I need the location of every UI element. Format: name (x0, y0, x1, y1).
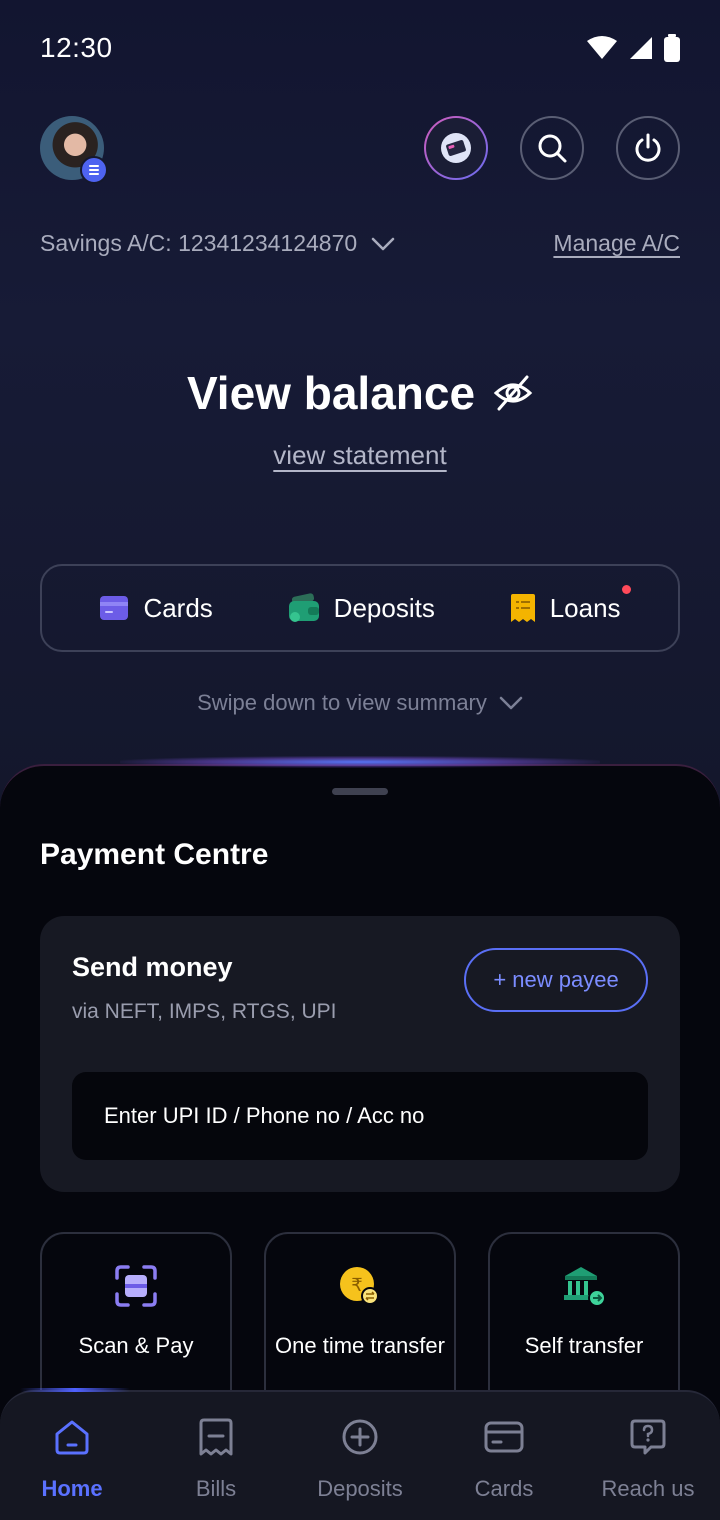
nav-deposits[interactable]: Deposits (288, 1416, 432, 1502)
nav-cards[interactable]: Cards (432, 1416, 576, 1502)
chevron-down-icon (499, 696, 523, 710)
search-button[interactable] (520, 116, 584, 180)
card-icon (100, 596, 129, 620)
send-money-subtitle: via NEFT, IMPS, RTGS, UPI (72, 1000, 337, 1023)
sheet-glow (120, 756, 600, 768)
tile-label: One time transfer (275, 1333, 445, 1358)
eye-off-icon (493, 375, 533, 411)
status-bar: 12:30 (0, 0, 720, 96)
logout-button[interactable] (616, 116, 680, 180)
notification-dot (621, 584, 631, 594)
account-selector[interactable]: Savings A/C: 12341234124870 (40, 230, 395, 257)
rupee-transfer-icon: ₹ (340, 1267, 379, 1305)
quick-action-loans[interactable]: Loans (510, 584, 631, 624)
upi-search-input[interactable]: Enter UPI ID / Phone no / Acc no (72, 1072, 648, 1160)
nav-label: Reach us (601, 1476, 695, 1501)
card-3d-icon (441, 133, 471, 163)
menu-badge-icon[interactable] (80, 156, 108, 184)
quick-action-label: Loans (549, 592, 621, 623)
help-chat-icon (630, 1419, 666, 1455)
nav-label: Cards (474, 1476, 534, 1501)
plus-circle-icon (342, 1419, 378, 1455)
nav-bills[interactable]: Bills (144, 1416, 288, 1502)
home-icon (55, 1420, 89, 1455)
chevron-down-icon (371, 237, 395, 250)
search-icon (538, 134, 567, 163)
scan-icon (115, 1265, 157, 1307)
bank-transfer-icon (564, 1267, 606, 1307)
account-number-label: Savings A/C: 12341234124870 (40, 230, 358, 256)
swipe-hint[interactable]: Swipe down to view summary (0, 690, 720, 716)
battery-icon (664, 34, 680, 62)
account-row: Savings A/C: 12341234124870 Manage A/C (40, 228, 680, 264)
manage-account-link[interactable]: Manage A/C (553, 230, 680, 257)
new-payee-button[interactable]: + new payee (464, 948, 648, 1012)
bill-icon (199, 1418, 233, 1456)
send-money-title: Send money (72, 952, 233, 982)
quick-action-deposits[interactable]: Deposits (288, 593, 435, 624)
quick-action-cards[interactable]: Cards (99, 592, 213, 624)
wifi-icon (587, 36, 617, 59)
nav-reach-us[interactable]: Reach us (576, 1416, 720, 1502)
swipe-hint-text: Swipe down to view summary (197, 690, 487, 715)
status-icons (586, 34, 680, 62)
nav-label: Bills (195, 1476, 237, 1501)
virtual-card-button[interactable] (424, 116, 488, 180)
quick-actions-bar: Cards Deposits Loans (40, 564, 680, 652)
receipt-icon (510, 594, 535, 622)
send-money-card: Send money via NEFT, IMPS, RTGS, UPI + n… (40, 916, 680, 1192)
nav-label: Home (41, 1476, 103, 1501)
power-icon (635, 133, 661, 162)
payment-centre-title: Payment Centre (40, 838, 269, 871)
svg-text:₹: ₹ (351, 1275, 362, 1296)
quick-action-label: Cards (143, 592, 213, 623)
tile-label: Self transfer (524, 1333, 644, 1358)
wallet-icon (288, 593, 319, 622)
nav-home[interactable]: Home (0, 1416, 144, 1502)
nav-label: Deposits (317, 1476, 403, 1501)
bottom-navigation: Home Bills Deposits Cards Reach us (0, 1390, 720, 1520)
balance-title: View balance (186, 367, 476, 419)
view-statement-link[interactable]: view statement (0, 440, 720, 471)
card-icon (484, 1421, 524, 1453)
sheet-drag-handle[interactable] (332, 788, 388, 795)
balance-toggle[interactable]: View balance (0, 366, 720, 420)
status-time: 12:30 (40, 32, 113, 63)
nav-active-glow (20, 1388, 130, 1392)
quick-action-label: Deposits (333, 592, 435, 623)
cellular-icon (630, 37, 652, 59)
tile-label: Scan & Pay (78, 1333, 194, 1358)
